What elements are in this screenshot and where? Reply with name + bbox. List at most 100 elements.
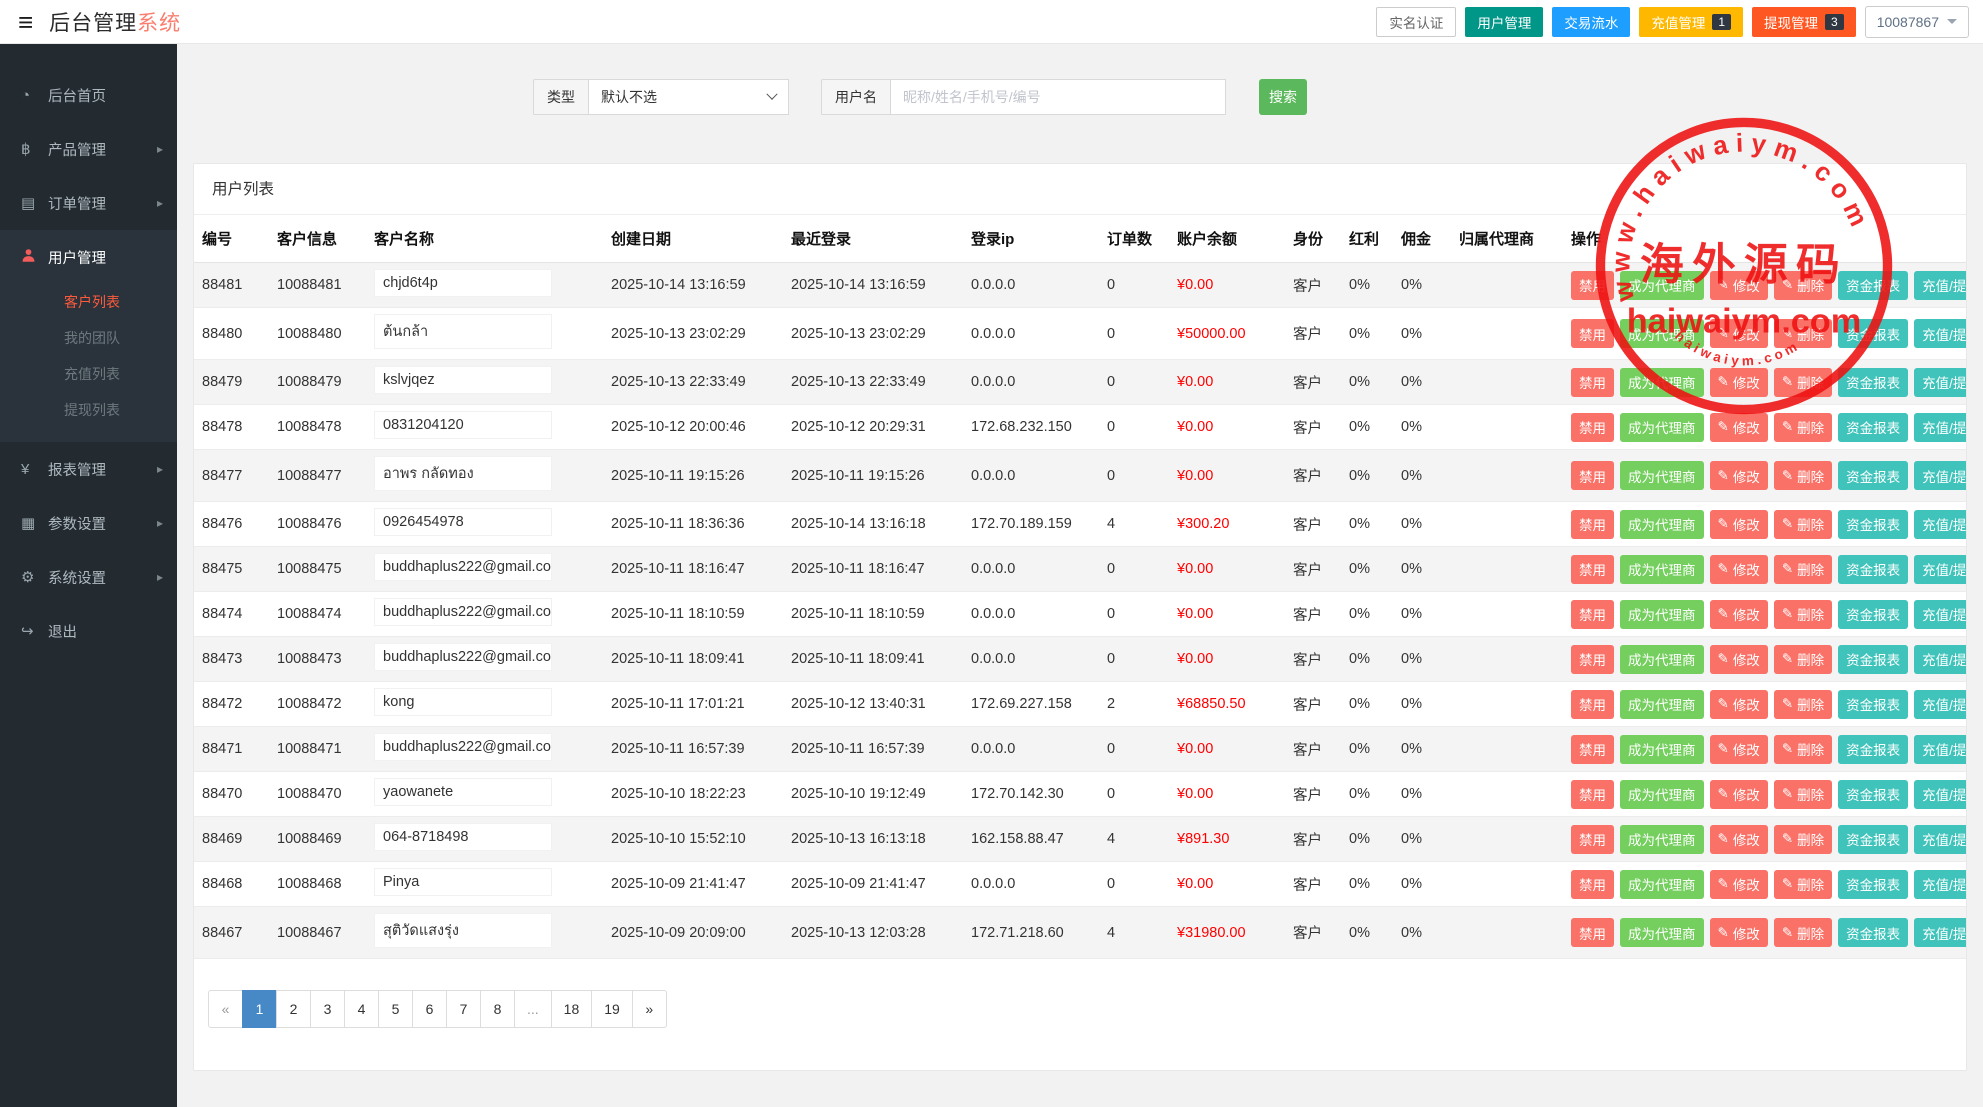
nav-button-用户管理[interactable]: 用户管理 <box>1465 7 1543 37</box>
action-button-删除[interactable]: ✎删除 <box>1774 735 1832 764</box>
name-input-box[interactable]: buddhaplus222@gmail.cor <box>374 553 552 581</box>
action-button-成为代理商[interactable]: 成为代理商 <box>1620 870 1704 899</box>
account-dropdown[interactable]: 10087867 <box>1865 6 1969 38</box>
page-button-6[interactable]: 6 <box>412 990 447 1028</box>
sidebar-subitem-我的团队[interactable]: 我的团队 <box>0 320 177 356</box>
action-button-资金报表[interactable]: 资金报表 <box>1838 690 1908 719</box>
action-button-充值/提现[interactable]: 充值/提现 <box>1914 600 1966 629</box>
sidebar-item-系统设置[interactable]: ⚙系统设置▸ <box>0 550 177 604</box>
action-button-充值/提现[interactable]: 充值/提现 <box>1914 461 1966 490</box>
name-input-box[interactable]: 0831204120 <box>374 411 552 439</box>
action-button-修改[interactable]: ✎修改 <box>1710 918 1768 947</box>
page-button-...[interactable]: ... <box>514 990 552 1028</box>
action-button-删除[interactable]: ✎删除 <box>1774 825 1832 854</box>
action-button-资金报表[interactable]: 资金报表 <box>1838 461 1908 490</box>
action-button-禁用[interactable]: 禁用 <box>1571 645 1614 674</box>
page-button-8[interactable]: 8 <box>480 990 515 1028</box>
action-button-资金报表[interactable]: 资金报表 <box>1838 918 1908 947</box>
action-button-资金报表[interactable]: 资金报表 <box>1838 319 1908 348</box>
action-button-禁用[interactable]: 禁用 <box>1571 368 1614 397</box>
action-button-资金报表[interactable]: 资金报表 <box>1838 780 1908 809</box>
action-button-修改[interactable]: ✎修改 <box>1710 690 1768 719</box>
action-button-成为代理商[interactable]: 成为代理商 <box>1620 368 1704 397</box>
action-button-删除[interactable]: ✎删除 <box>1774 690 1832 719</box>
action-button-修改[interactable]: ✎修改 <box>1710 319 1768 348</box>
nav-button-实名认证[interactable]: 实名认证 <box>1376 7 1456 37</box>
action-button-充值/提现[interactable]: 充值/提现 <box>1914 870 1966 899</box>
action-button-禁用[interactable]: 禁用 <box>1571 870 1614 899</box>
page-button-«[interactable]: « <box>208 990 243 1028</box>
action-button-修改[interactable]: ✎修改 <box>1710 870 1768 899</box>
action-button-禁用[interactable]: 禁用 <box>1571 780 1614 809</box>
action-button-禁用[interactable]: 禁用 <box>1571 690 1614 719</box>
name-input-box[interactable]: kslvjqez <box>374 366 552 394</box>
nav-button-提现管理[interactable]: 提现管理3 <box>1752 7 1856 37</box>
action-button-成为代理商[interactable]: 成为代理商 <box>1620 645 1704 674</box>
action-button-充值/提现[interactable]: 充值/提现 <box>1914 368 1966 397</box>
action-button-成为代理商[interactable]: 成为代理商 <box>1620 735 1704 764</box>
name-input-box[interactable]: buddhaplus222@gmail.cor <box>374 733 552 761</box>
action-button-修改[interactable]: ✎修改 <box>1710 510 1768 539</box>
name-input-box[interactable]: buddhaplus222@gmail.cor <box>374 598 552 626</box>
action-button-充值/提现[interactable]: 充值/提现 <box>1914 510 1966 539</box>
action-button-禁用[interactable]: 禁用 <box>1571 825 1614 854</box>
page-button-»[interactable]: » <box>632 990 667 1028</box>
action-button-成为代理商[interactable]: 成为代理商 <box>1620 600 1704 629</box>
search-button[interactable]: 搜索 <box>1259 79 1307 115</box>
action-button-删除[interactable]: ✎删除 <box>1774 461 1832 490</box>
hamburger-menu-icon[interactable]: ≡ <box>18 9 33 35</box>
name-input-box[interactable]: 0926454978 <box>374 508 552 536</box>
action-button-充值/提现[interactable]: 充值/提现 <box>1914 645 1966 674</box>
action-button-资金报表[interactable]: 资金报表 <box>1838 510 1908 539</box>
action-button-成为代理商[interactable]: 成为代理商 <box>1620 413 1704 442</box>
action-button-修改[interactable]: ✎修改 <box>1710 555 1768 584</box>
sidebar-item-产品管理[interactable]: ฿产品管理▸ <box>0 122 177 176</box>
sidebar-subitem-客户列表[interactable]: 客户列表 <box>0 284 177 320</box>
action-button-成为代理商[interactable]: 成为代理商 <box>1620 510 1704 539</box>
sidebar-item-参数设置[interactable]: ▦参数设置▸ <box>0 496 177 550</box>
action-button-禁用[interactable]: 禁用 <box>1571 735 1614 764</box>
username-input[interactable] <box>891 79 1226 115</box>
page-button-18[interactable]: 18 <box>551 990 593 1028</box>
action-button-成为代理商[interactable]: 成为代理商 <box>1620 780 1704 809</box>
action-button-资金报表[interactable]: 资金报表 <box>1838 555 1908 584</box>
action-button-禁用[interactable]: 禁用 <box>1571 555 1614 584</box>
name-input-box[interactable]: buddhaplus222@gmail.cor <box>374 643 552 671</box>
action-button-充值/提现[interactable]: 充值/提现 <box>1914 413 1966 442</box>
name-input-box[interactable]: อาพร กลัดทอง <box>374 456 552 491</box>
nav-button-交易流水[interactable]: 交易流水 <box>1552 7 1630 37</box>
name-input-box[interactable]: ต้นกล้า <box>374 314 552 349</box>
action-button-修改[interactable]: ✎修改 <box>1710 825 1768 854</box>
action-button-禁用[interactable]: 禁用 <box>1571 918 1614 947</box>
action-button-禁用[interactable]: 禁用 <box>1571 461 1614 490</box>
name-input-box[interactable]: สุติวัดแสงรุ่ง <box>374 913 552 948</box>
action-button-禁用[interactable]: 禁用 <box>1571 510 1614 539</box>
sidebar-item-退出[interactable]: ↪退出 <box>0 604 177 658</box>
action-button-禁用[interactable]: 禁用 <box>1571 319 1614 348</box>
action-button-资金报表[interactable]: 资金报表 <box>1838 645 1908 674</box>
action-button-删除[interactable]: ✎删除 <box>1774 413 1832 442</box>
action-button-删除[interactable]: ✎删除 <box>1774 271 1832 300</box>
action-button-资金报表[interactable]: 资金报表 <box>1838 368 1908 397</box>
nav-button-充值管理[interactable]: 充值管理1 <box>1639 7 1743 37</box>
action-button-资金报表[interactable]: 资金报表 <box>1838 870 1908 899</box>
sidebar-subitem-充值列表[interactable]: 充值列表 <box>0 356 177 392</box>
action-button-充值/提现[interactable]: 充值/提现 <box>1914 271 1966 300</box>
action-button-删除[interactable]: ✎删除 <box>1774 645 1832 674</box>
action-button-修改[interactable]: ✎修改 <box>1710 271 1768 300</box>
action-button-修改[interactable]: ✎修改 <box>1710 645 1768 674</box>
type-select[interactable]: 默认不选 <box>589 79 789 115</box>
sidebar-item-用户管理[interactable]: 用户管理 <box>0 230 177 284</box>
action-button-成为代理商[interactable]: 成为代理商 <box>1620 918 1704 947</box>
action-button-删除[interactable]: ✎删除 <box>1774 600 1832 629</box>
action-button-成为代理商[interactable]: 成为代理商 <box>1620 825 1704 854</box>
action-button-充值/提现[interactable]: 充值/提现 <box>1914 918 1966 947</box>
action-button-成为代理商[interactable]: 成为代理商 <box>1620 555 1704 584</box>
action-button-充值/提现[interactable]: 充值/提现 <box>1914 555 1966 584</box>
action-button-删除[interactable]: ✎删除 <box>1774 780 1832 809</box>
action-button-成为代理商[interactable]: 成为代理商 <box>1620 461 1704 490</box>
page-button-7[interactable]: 7 <box>446 990 481 1028</box>
action-button-修改[interactable]: ✎修改 <box>1710 780 1768 809</box>
action-button-成为代理商[interactable]: 成为代理商 <box>1620 690 1704 719</box>
action-button-充值/提现[interactable]: 充值/提现 <box>1914 735 1966 764</box>
